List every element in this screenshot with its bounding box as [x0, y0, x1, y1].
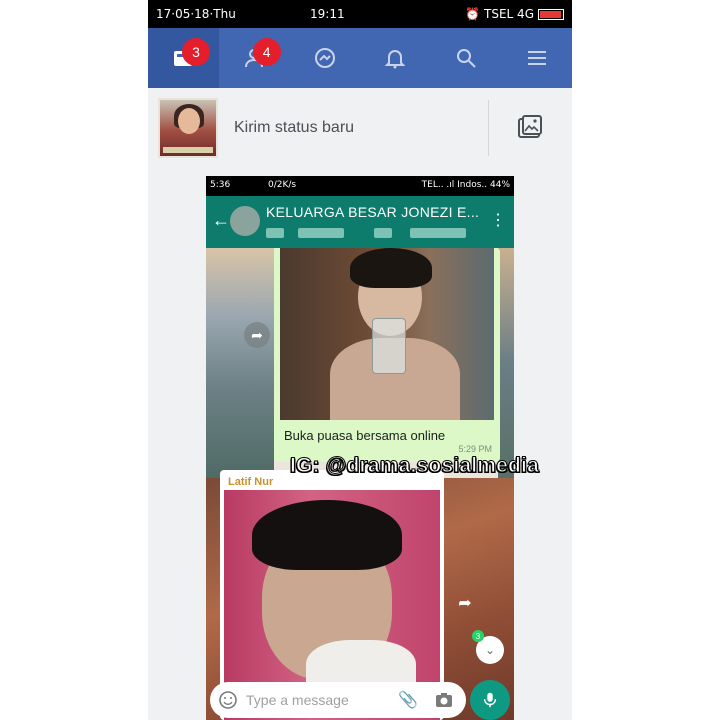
phone-screen: 17·05·18·Thu 19:11 ⏰ TSEL 4G 3 4 Kirim s… [148, 0, 572, 720]
overflow-menu-icon: ⋮ [490, 212, 506, 229]
message-time: 5:29 PM [458, 444, 492, 454]
nav-menu[interactable] [501, 28, 572, 88]
camera-icon [436, 693, 452, 707]
inner-status-speed: 0/2K/s [268, 180, 297, 190]
inner-status-signal: TEL.. .ıl Indos.. 44% [421, 180, 510, 190]
carrier-label: TSEL 4G [484, 7, 534, 21]
status-indicators: ⏰ TSEL 4G [465, 7, 564, 21]
battery-icon [538, 8, 564, 20]
chat-wallpaper [498, 248, 514, 478]
friend-requests-badge: 4 [252, 38, 281, 66]
composer-input[interactable]: Kirim status baru [234, 119, 354, 137]
menu-icon [527, 51, 546, 65]
forward-icon: ➦ [458, 595, 472, 612]
search-icon [457, 49, 476, 68]
back-arrow-icon: ← [212, 210, 230, 230]
status-date: 17·05·18·Thu [156, 7, 236, 21]
group-title: KELUARGA BESAR JONEZI E... [266, 204, 480, 220]
attach-icon: 📎 [398, 692, 418, 709]
nav-messenger[interactable] [289, 28, 360, 88]
emoji-icon [219, 691, 237, 709]
message-caption: Buka puasa bersama online [284, 428, 446, 443]
message-sender: Latif Nur [228, 476, 274, 488]
facebook-top-nav: 3 4 [148, 28, 572, 88]
forward-icon: ➦ [244, 322, 270, 348]
profile-avatar[interactable] [158, 98, 218, 158]
redacted-member-name [374, 228, 392, 238]
nav-friend-requests[interactable]: 4 [219, 28, 290, 88]
status-composer: Kirim status baru [148, 88, 572, 168]
news-feed-badge: 3 [182, 38, 210, 66]
message-bubble-outgoing: Buka puasa bersama online 5:29 PM [274, 248, 500, 462]
redacted-member-name [410, 228, 466, 238]
message-photo [280, 248, 494, 420]
shared-whatsapp-screenshot[interactable]: 5:36 0/2K/s TEL.. .ıl Indos.. 44% ← KELU… [206, 176, 514, 720]
composer-divider [488, 100, 489, 156]
nav-search[interactable] [431, 28, 502, 88]
messenger-icon [314, 48, 335, 68]
nav-notifications[interactable] [360, 28, 431, 88]
message-input: Type a message [246, 692, 349, 708]
photo-upload-icon[interactable] [516, 114, 544, 142]
message-input-bar: Type a message 📎 [210, 682, 466, 718]
nav-news-feed[interactable]: 3 [148, 28, 219, 88]
whatsapp-chat-header: ← KELUARGA BESAR JONEZI E... ⋮ [206, 196, 514, 248]
unread-count-badge: 3 [472, 630, 484, 642]
watermark-text: IG: @drama.sosialmedia [290, 454, 540, 478]
notifications-bell-icon [384, 50, 406, 69]
inner-status-bar: 5:36 0/2K/s TEL.. .ıl Indos.. 44% [206, 176, 514, 196]
system-status-bar: 17·05·18·Thu 19:11 ⏰ TSEL 4G [148, 0, 572, 28]
group-avatar [230, 206, 260, 236]
chat-wallpaper [206, 248, 274, 478]
mic-icon [470, 680, 510, 720]
alarm-icon: ⏰ [465, 7, 481, 21]
redacted-member-name [298, 228, 344, 238]
redacted-member-name [266, 228, 284, 238]
status-time: 19:11 [310, 7, 345, 21]
inner-status-time: 5:36 [210, 180, 231, 190]
